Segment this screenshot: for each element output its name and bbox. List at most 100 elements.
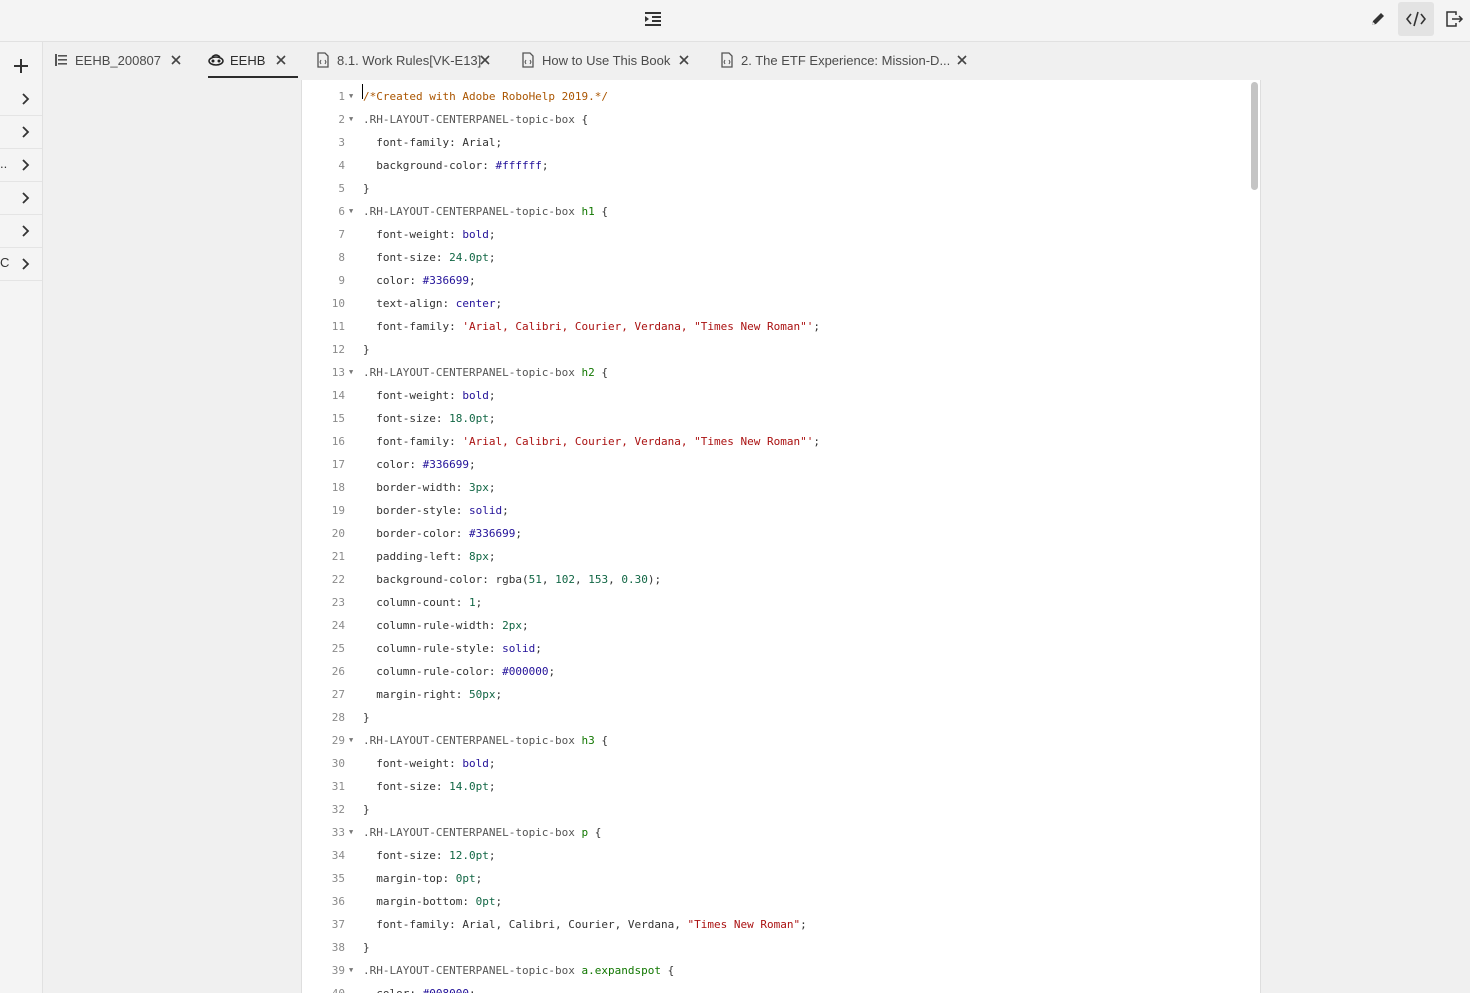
code-token: );	[647, 573, 662, 586]
code-token: color:	[363, 458, 423, 471]
panel-item[interactable]	[0, 115, 42, 149]
code-token: font-family: Arial, Calibri, Courier, Ve…	[363, 918, 688, 931]
code-text: .RH-LAYOUT-CENTERPANEL-topic-box h1 {	[363, 200, 608, 223]
code-line[interactable]: 31 font-size: 14.0pt;	[302, 775, 1252, 798]
fold-toggle[interactable]: ▼	[349, 200, 353, 223]
code-line[interactable]: 10 text-align: center;	[302, 292, 1252, 315]
code-line[interactable]: 32}	[302, 798, 1252, 821]
code-view-button[interactable]	[1398, 2, 1434, 36]
code-line[interactable]: 27 margin-right: 50px;	[302, 683, 1252, 706]
code-token: {	[581, 113, 589, 126]
code-line[interactable]: 30 font-weight: bold;	[302, 752, 1252, 775]
add-button[interactable]	[8, 53, 34, 79]
code-token: ;	[541, 159, 549, 172]
code-line[interactable]: 21 padding-left: 8px;	[302, 545, 1252, 568]
code-editor[interactable]: 1 ▼ /*Created with Adobe RoboHelp 2019.*/ 2…	[301, 80, 1261, 993]
plus-icon	[14, 59, 28, 73]
code-line[interactable]: 26 column-rule-color: #000000;	[302, 660, 1252, 683]
code-line[interactable]: 19 border-style: solid;	[302, 499, 1252, 522]
chevron-right-icon	[22, 258, 30, 270]
fold-toggle[interactable]: ▼	[349, 108, 353, 131]
line-number: 16	[331, 435, 345, 448]
indent-button[interactable]	[635, 2, 671, 36]
tab-close-button[interactable]	[679, 42, 693, 78]
code-line[interactable]: 5}	[302, 177, 1252, 200]
line-number: 40	[302, 982, 345, 993]
code-line[interactable]: 35 margin-top: 0pt;	[302, 867, 1252, 890]
code-line[interactable]: 18 border-width: 3px;	[302, 476, 1252, 499]
tab-close-button[interactable]	[480, 42, 494, 78]
code-line[interactable]: 39 ▼ .RH-LAYOUT-CENTERPANEL-topic-box a.ex…	[302, 959, 1252, 982]
code-token: ;	[475, 596, 483, 609]
code-line[interactable]: 28}	[302, 706, 1252, 729]
code-line[interactable]: 8 font-size: 24.0pt;	[302, 246, 1252, 269]
code-text: /*Created with Adobe RoboHelp 2019.*/	[363, 85, 608, 108]
active-tab-indicator	[208, 76, 298, 78]
tab-close-button[interactable]	[171, 42, 185, 78]
left-panel: .. C	[0, 42, 43, 993]
edit-button[interactable]	[1360, 2, 1396, 36]
fold-toggle[interactable]: ▼	[349, 85, 353, 108]
code-token: .RH-LAYOUT-CENTERPANEL-topic-box	[363, 366, 582, 379]
code-token: ;	[535, 642, 542, 655]
tab-2[interactable]: EEHB	[208, 42, 265, 78]
code-line[interactable]: 1 ▼ /*Created with Adobe RoboHelp 2019.*/	[302, 85, 1252, 108]
code-token: {	[661, 964, 675, 977]
panel-item[interactable]	[0, 214, 42, 248]
code-line[interactable]: 11 font-family: 'Arial, Calibri, Courier…	[302, 315, 1252, 338]
exit-icon	[1446, 11, 1464, 27]
fold-toggle[interactable]: ▼	[349, 821, 353, 844]
code-text: margin-right: 50px;	[363, 683, 502, 706]
code-line[interactable]: 14 font-weight: bold;	[302, 384, 1252, 407]
code-line[interactable]: 17 color: #336699;	[302, 453, 1252, 476]
code-line[interactable]: 7 font-weight: bold;	[302, 223, 1252, 246]
panel-item[interactable]: ..	[0, 148, 42, 182]
code-line[interactable]: 34 font-size: 12.0pt;	[302, 844, 1252, 867]
code-line[interactable]: 13 ▼ .RH-LAYOUT-CENTERPANEL-topic-box h2 {	[302, 361, 1252, 384]
tab-5[interactable]: 2. The ETF Experience: Mission-D...	[719, 42, 950, 78]
code-line[interactable]: 38}	[302, 936, 1252, 959]
code-line[interactable]: 9 color: #336699;	[302, 269, 1252, 292]
code-line[interactable]: 2 ▼ .RH-LAYOUT-CENTERPANEL-topic-box {	[302, 108, 1252, 131]
code-token: ;	[488, 389, 496, 402]
code-token: 8px	[468, 550, 489, 563]
panel-item[interactable]	[0, 82, 42, 116]
code-lines[interactable]: 1 ▼ /*Created with Adobe RoboHelp 2019.*/ 2…	[302, 85, 1252, 993]
code-line[interactable]: 36 margin-bottom: 0pt;	[302, 890, 1252, 913]
code-line[interactable]: 6 ▼ .RH-LAYOUT-CENTERPANEL-topic-box h1 {	[302, 200, 1252, 223]
code-token: 24.0pt	[449, 251, 489, 264]
code-line[interactable]: 20 border-color: #336699;	[302, 522, 1252, 545]
code-line[interactable]: 23 column-count: 1;	[302, 591, 1252, 614]
code-line[interactable]: 29 ▼ .RH-LAYOUT-CENTERPANEL-topic-box h3 {	[302, 729, 1252, 752]
tab-1[interactable]: EEHB_200807	[53, 42, 161, 78]
code-line[interactable]: 16 font-family: 'Arial, Calibri, Courier…	[302, 430, 1252, 453]
code-text: border-color: #336699;	[363, 522, 522, 545]
code-line[interactable]: 12}	[302, 338, 1252, 361]
code-line[interactable]: 33 ▼ .RH-LAYOUT-CENTERPANEL-topic-box p {	[302, 821, 1252, 844]
code-line[interactable]: 25 column-rule-style: solid;	[302, 637, 1252, 660]
fold-toggle[interactable]: ▼	[349, 959, 353, 982]
tab-3[interactable]: 8.1. Work Rules[VK-E13]	[315, 42, 481, 78]
code-token: font-size:	[363, 251, 450, 264]
code-token: 'Arial, Calibri, Courier, Verdana, "Time…	[462, 435, 814, 448]
fold-toggle[interactable]: ▼	[349, 729, 353, 752]
code-line[interactable]: 40 color: #008000;	[302, 982, 1252, 993]
code-line[interactable]: 3 font-family: Arial;	[302, 131, 1252, 154]
editor-scrollbar[interactable]	[1251, 82, 1258, 190]
code-token: font-size:	[363, 780, 450, 793]
panel-item[interactable]: C	[0, 247, 42, 281]
code-line[interactable]: 22 background-color: rgba(51, 102, 153, …	[302, 568, 1252, 591]
panel-item[interactable]	[0, 181, 42, 215]
tab-close-button[interactable]	[276, 42, 290, 78]
code-line[interactable]: 4 background-color: #ffffff;	[302, 154, 1252, 177]
tab-close-button[interactable]	[957, 42, 971, 78]
code-line[interactable]: 37 font-family: Arial, Calibri, Courier,…	[302, 913, 1252, 936]
code-line[interactable]: 24 column-rule-width: 2px;	[302, 614, 1252, 637]
exit-button[interactable]	[1437, 2, 1470, 36]
skin-icon	[208, 54, 224, 66]
code-line[interactable]: 15 font-size: 18.0pt;	[302, 407, 1252, 430]
tab-4[interactable]: How to Use This Book	[520, 42, 670, 78]
code-token: 51	[528, 573, 542, 586]
fold-toggle[interactable]: ▼	[349, 361, 353, 384]
code-text: font-size: 12.0pt;	[363, 844, 495, 867]
